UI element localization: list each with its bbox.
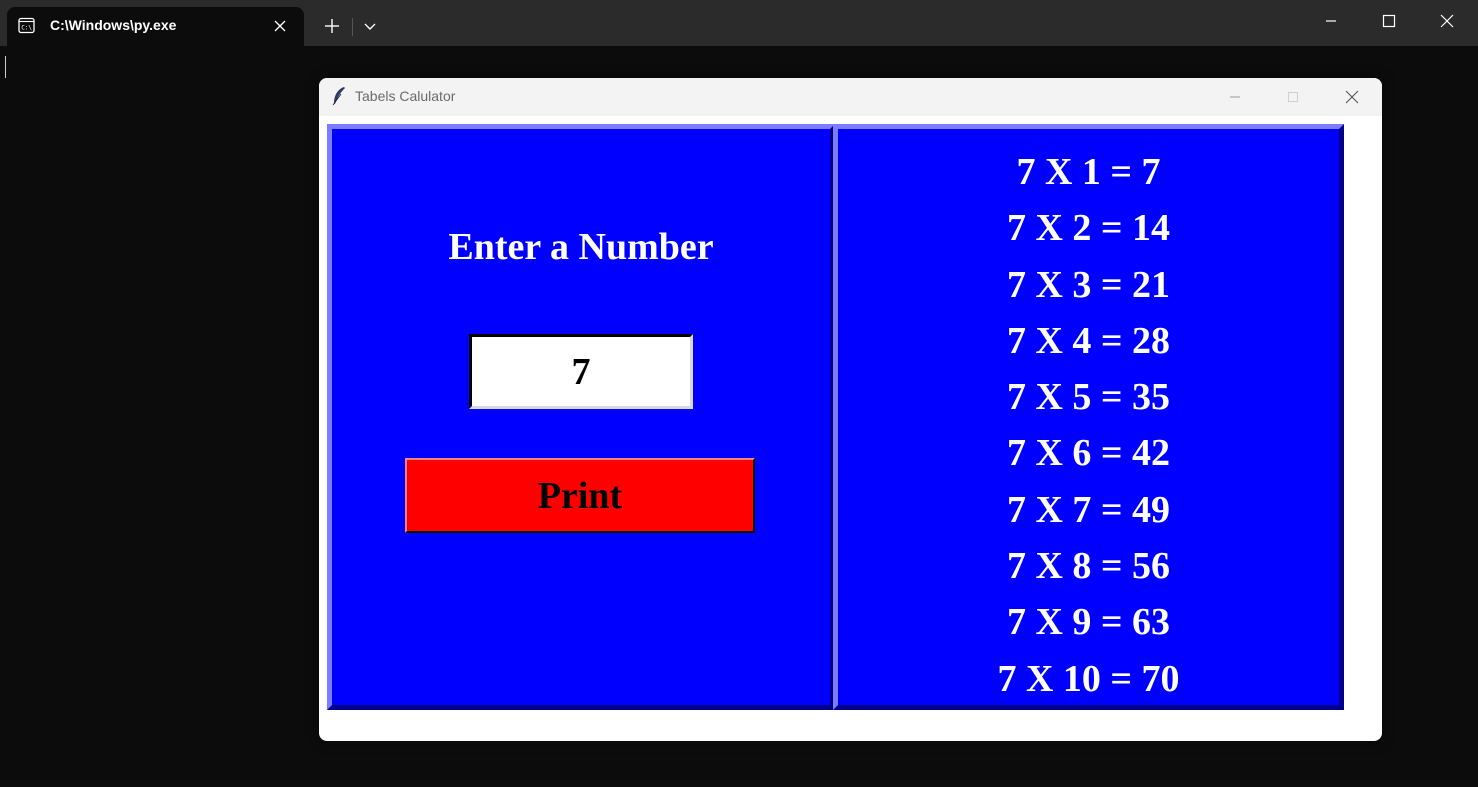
result-line: 7 X 6 = 42 — [1006, 432, 1171, 475]
results-list: 7 X 1 = 7 7 X 2 = 14 7 X 3 = 21 7 X 4 = … — [838, 147, 1339, 710]
close-tab-icon[interactable] — [270, 16, 290, 36]
terminal-icon: C:\ — [18, 17, 35, 34]
result-line: 7 X 4 = 28 — [1006, 319, 1171, 362]
terminal-tab[interactable]: C:\ C:\Windows\py.exe — [7, 7, 304, 46]
app-titlebar: Tabels Calulator — [319, 78, 1382, 116]
terminal-cursor — [5, 56, 6, 78]
result-line: 7 X 1 = 7 — [1016, 151, 1161, 193]
chevron-down-icon[interactable] — [358, 14, 382, 38]
maximize-icon[interactable] — [1367, 8, 1411, 34]
terminal-tab-title: C:\Windows\py.exe — [50, 17, 177, 33]
input-frame: Enter a Number Print — [327, 124, 835, 710]
result-line: 7 X 9 = 63 — [1006, 601, 1171, 644]
number-input[interactable] — [469, 334, 693, 409]
enter-number-heading: Enter a Number — [448, 226, 714, 268]
terminal-titlebar: C:\ C:\Windows\py.exe — [0, 0, 1478, 46]
result-line: 7 X 7 = 49 — [1006, 488, 1171, 531]
minimize-icon[interactable] — [1309, 8, 1353, 34]
result-line: 7 X 5 = 35 — [1006, 376, 1171, 419]
app-title: Tabels Calulator — [355, 88, 456, 104]
result-line: 7 X 3 = 21 — [1006, 263, 1171, 306]
app-maximize-icon[interactable] — [1278, 86, 1308, 108]
result-line: 7 X 8 = 56 — [1006, 545, 1171, 588]
feather-icon — [332, 87, 345, 106]
close-icon[interactable] — [1425, 8, 1469, 34]
result-line: 7 X 10 = 70 — [997, 657, 1180, 700]
plus-icon[interactable] — [320, 14, 344, 38]
app-close-icon[interactable] — [1337, 86, 1367, 108]
print-button[interactable]: Print — [405, 458, 755, 533]
app-minimize-icon[interactable] — [1220, 86, 1250, 108]
tables-calculator-window: Tabels Calulator Enter a Number Print 7 … — [319, 78, 1382, 741]
tab-divider — [352, 18, 353, 36]
svg-text:C:\: C:\ — [21, 25, 32, 32]
result-line: 7 X 2 = 14 — [1006, 207, 1171, 250]
results-frame: 7 X 1 = 7 7 X 2 = 14 7 X 3 = 21 7 X 4 = … — [833, 124, 1344, 710]
